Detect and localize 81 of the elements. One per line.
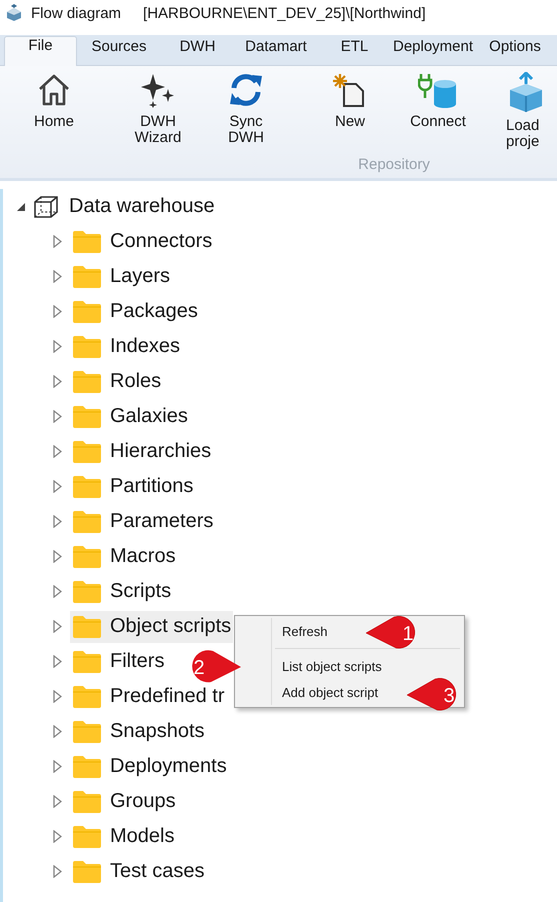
ribbon-button[interactable]: Connect [398, 66, 478, 148]
tree-item[interactable]: Predefined tr [110, 685, 225, 708]
folder-icon [72, 474, 102, 498]
selected-tree-item[interactable]: Object scripts [70, 610, 234, 642]
tree-item[interactable]: Hierarchies [110, 440, 212, 463]
folder-icon [72, 650, 102, 674]
tree-item[interactable]: Snapshots [110, 720, 205, 743]
cube-icon [33, 194, 59, 218]
sparkle-icon [140, 72, 176, 108]
collapsed-arrow-icon[interactable] [52, 795, 62, 808]
tree-item[interactable]: Filters [110, 650, 164, 673]
sync-icon [228, 72, 264, 108]
collapsed-arrow-icon[interactable] [52, 445, 62, 458]
expanded-arrow-icon[interactable] [16, 202, 26, 212]
ribbon-tab[interactable]: File [4, 36, 77, 66]
ribbon-button[interactable]: Home [14, 66, 94, 148]
ribbon-button[interactable]: New [310, 66, 390, 148]
tree-item[interactable]: Galaxies [110, 405, 188, 428]
collapsed-arrow-icon[interactable] [52, 515, 62, 528]
tree-item[interactable]: Deployments [110, 755, 227, 778]
tree-item[interactable]: Test cases [110, 860, 204, 883]
ribbon-button[interactable]: Sync DWH [206, 66, 286, 148]
ribbon-tab[interactable]: ETL [318, 37, 391, 65]
plug-database-icon [418, 72, 458, 108]
collapsed-arrow-icon[interactable] [52, 655, 62, 668]
ribbon-button[interactable]: DWH Wizard [118, 66, 198, 148]
tree-item[interactable]: Macros [110, 545, 176, 568]
ribbon-tab[interactable]: Sources [79, 37, 159, 65]
folder-icon [72, 720, 102, 744]
folder-icon [72, 370, 102, 394]
tree-item[interactable]: Connectors [110, 230, 212, 253]
ribbon-button[interactable]: Load proje [502, 66, 557, 148]
folder-icon [72, 684, 102, 708]
folder-icon [72, 860, 102, 884]
collapsed-arrow-icon[interactable] [52, 375, 62, 388]
collapsed-arrow-icon[interactable] [52, 410, 62, 423]
folder-icon [72, 300, 102, 324]
collapsed-arrow-icon[interactable] [52, 480, 62, 493]
menu-item[interactable]: List object scripts [235, 653, 464, 679]
collapsed-arrow-icon[interactable] [52, 305, 62, 318]
tree-item[interactable]: Indexes [110, 335, 180, 358]
ribbon-tab[interactable]: Deployment [393, 37, 473, 65]
folder-icon [72, 264, 102, 288]
folder-icon [72, 230, 102, 254]
tree-item[interactable]: Data warehouse [69, 195, 215, 218]
window-title: Flow diagram [31, 4, 122, 22]
folder-icon [72, 440, 102, 464]
folder-icon [72, 544, 102, 568]
collapsed-arrow-icon[interactable] [52, 865, 62, 878]
collapsed-arrow-icon[interactable] [52, 340, 62, 353]
collapsed-arrow-icon[interactable] [52, 760, 62, 773]
collapsed-arrow-icon[interactable] [52, 830, 62, 843]
ribbon-tab[interactable]: Options [475, 37, 555, 65]
collapsed-arrow-icon[interactable] [52, 690, 62, 703]
collapsed-arrow-icon[interactable] [52, 725, 62, 738]
folder-icon [72, 754, 102, 778]
group-label: Repository [358, 156, 430, 173]
folder-icon [72, 334, 102, 358]
tree-item[interactable]: Partitions [110, 475, 194, 498]
folder-icon [72, 404, 102, 428]
tree-item[interactable]: Groups [110, 790, 176, 813]
folder-icon [72, 510, 102, 534]
tree-item[interactable]: Parameters [110, 510, 214, 533]
folder-icon [72, 824, 102, 848]
folder-icon [72, 790, 102, 814]
folder-icon [72, 614, 102, 638]
tree-item[interactable]: Scripts [110, 580, 172, 603]
window-path: [HARBOURNE\ENT_DEV_25]\[Northwind] [143, 4, 426, 22]
collapsed-arrow-icon[interactable] [52, 585, 62, 598]
tree-item[interactable]: Layers [110, 265, 170, 288]
collapsed-arrow-icon[interactable] [52, 550, 62, 563]
app-logo-icon [5, 4, 23, 22]
tree-item[interactable]: Packages [110, 300, 198, 323]
collapsed-arrow-icon[interactable] [52, 235, 62, 248]
tree-item[interactable]: Roles [110, 370, 162, 393]
ribbon-tab[interactable]: Datamart [236, 37, 316, 65]
tree-item[interactable]: Models [110, 825, 174, 848]
collapsed-arrow-icon[interactable] [52, 270, 62, 283]
collapsed-arrow-icon[interactable] [52, 620, 62, 633]
folder-icon [72, 580, 102, 604]
ribbon-tab[interactable]: DWH [161, 37, 234, 65]
